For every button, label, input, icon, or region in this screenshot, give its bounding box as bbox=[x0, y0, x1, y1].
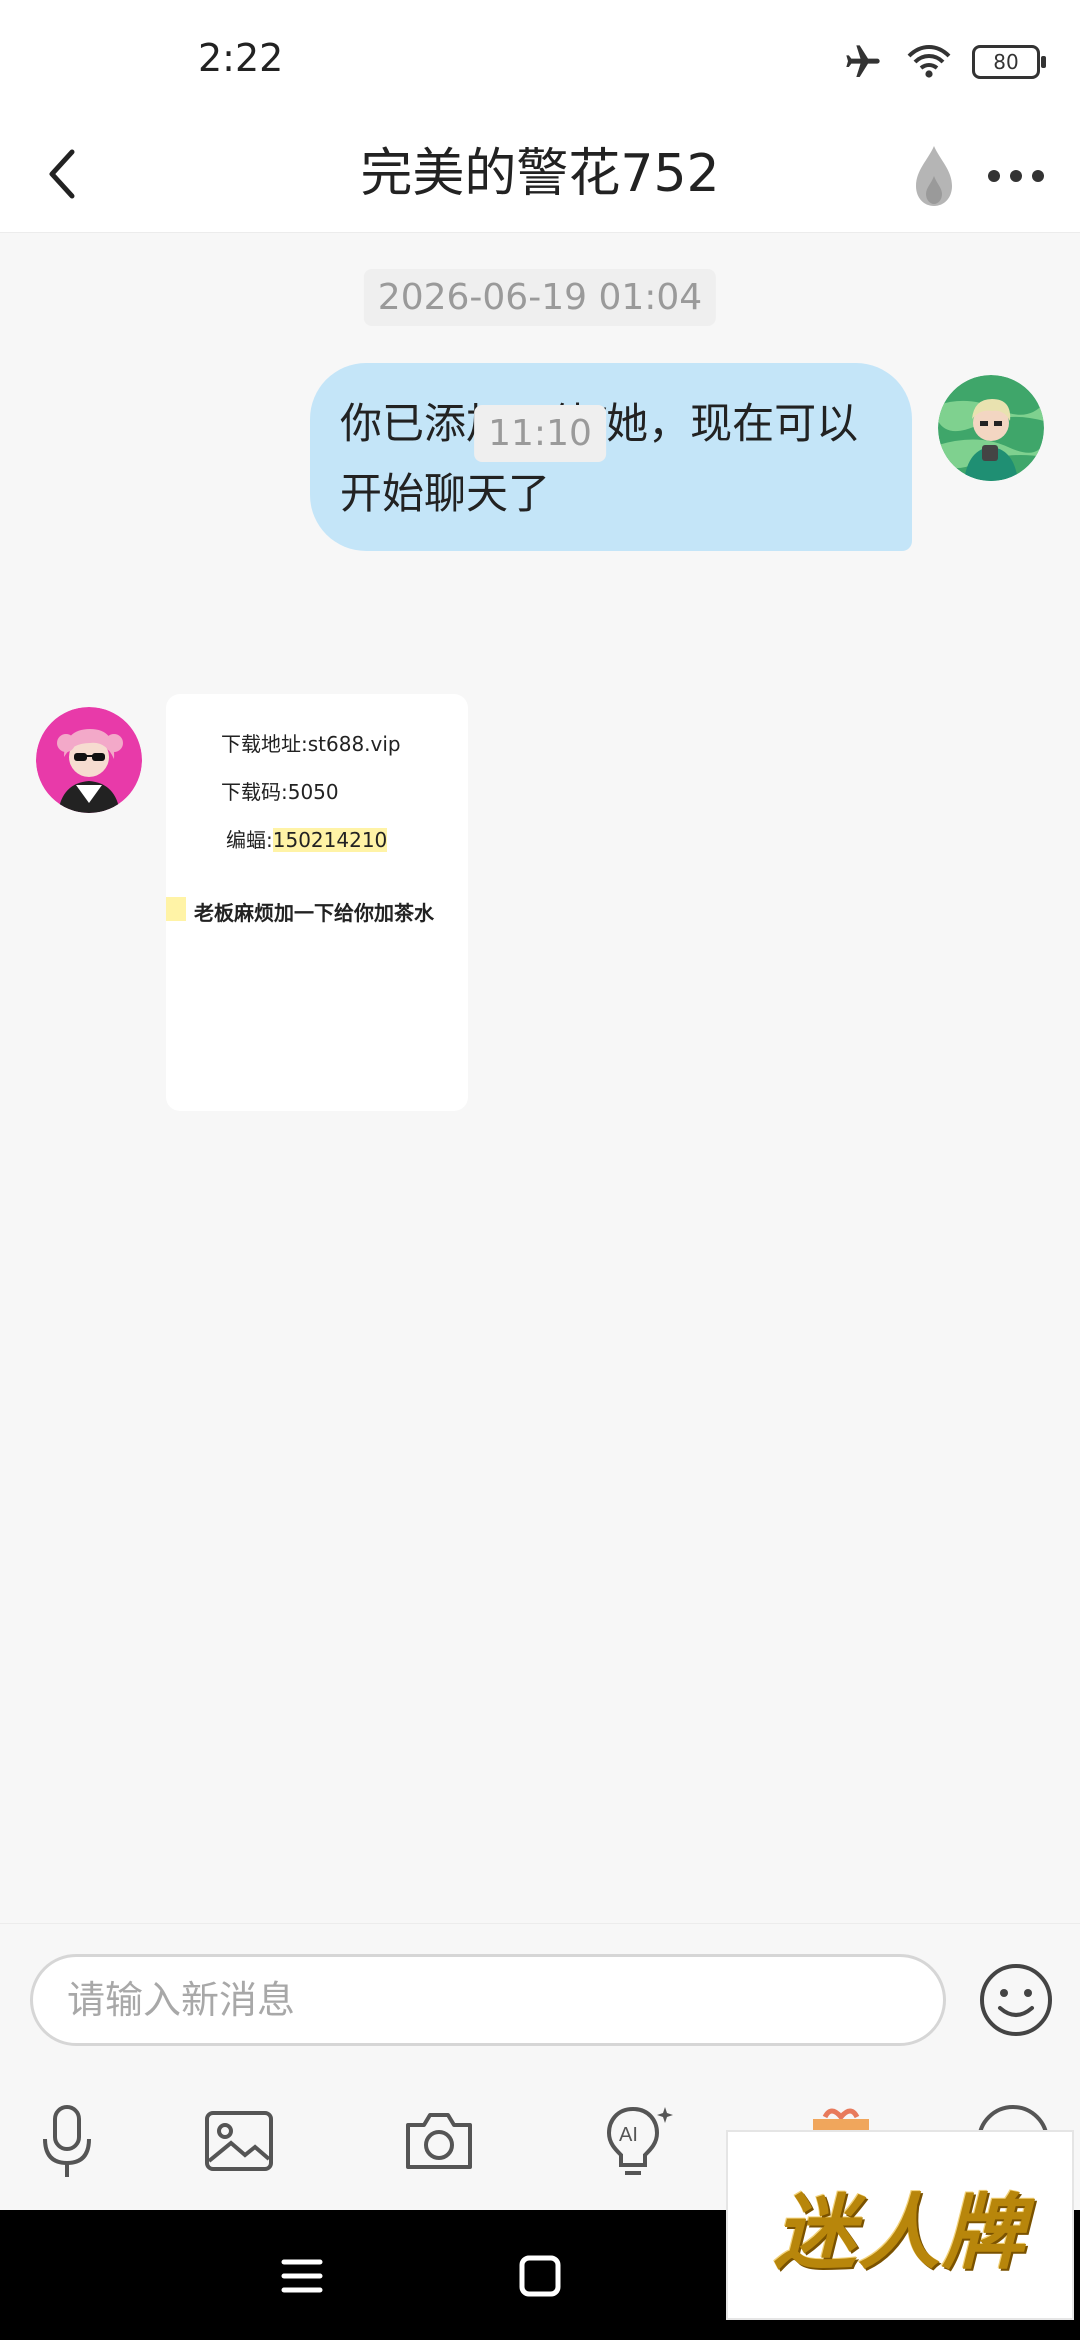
message-input[interactable] bbox=[30, 1954, 946, 2046]
image-text-highlight: 150214210 bbox=[272, 828, 388, 852]
watermark-text: 迷人牌 bbox=[774, 2184, 1026, 2281]
home-icon[interactable] bbox=[508, 2244, 572, 2308]
image-text-line: 编蝠:150214210 bbox=[226, 824, 388, 853]
svg-text:AI: AI bbox=[619, 2124, 638, 2146]
menu-icon[interactable] bbox=[270, 2244, 334, 2308]
battery-icon: 80 bbox=[972, 45, 1046, 79]
image-text-line: 老板麻烦加一下给你加茶水 bbox=[194, 901, 434, 925]
image-icon bbox=[205, 2111, 273, 2171]
image-picker-button[interactable] bbox=[194, 2096, 284, 2186]
contact-avatar[interactable] bbox=[36, 707, 142, 813]
microphone-icon bbox=[43, 2105, 91, 2177]
voice-button[interactable] bbox=[22, 2096, 112, 2186]
highlight-mark bbox=[166, 897, 186, 921]
my-avatar[interactable] bbox=[938, 375, 1044, 481]
chat-header: 完美的警花752 bbox=[0, 120, 1080, 233]
timestamp: 11:10 bbox=[474, 405, 606, 462]
status-bar: 2:22 80 bbox=[0, 0, 1080, 120]
image-text-line: 下载地址:st688.vip bbox=[221, 732, 401, 756]
image-text-line: 下载码:5050 bbox=[221, 780, 339, 804]
airplane-mode-icon bbox=[846, 45, 880, 77]
camera-button[interactable] bbox=[394, 2096, 484, 2186]
status-time: 2:22 bbox=[198, 36, 284, 80]
battery-level: 80 bbox=[993, 50, 1019, 74]
camera-icon bbox=[406, 2113, 472, 2169]
watermark-logo: 迷人牌 bbox=[726, 2130, 1074, 2320]
ai-bulb-icon: AI bbox=[606, 2106, 673, 2175]
flame-icon[interactable] bbox=[898, 136, 970, 216]
timestamp: 2026-06-19 01:04 bbox=[363, 269, 717, 326]
image-message[interactable]: 下载地址:st688.vip 下载码:5050 编蝠:150214210 老板麻… bbox=[166, 694, 468, 1111]
outgoing-message-bubble[interactable]: 你已添加了他/她，现在可以开始聊天了 bbox=[310, 363, 912, 551]
wifi-icon bbox=[907, 45, 951, 78]
status-icons: 80 bbox=[840, 40, 1046, 84]
image-text-label: 编蝠: bbox=[226, 828, 273, 852]
chat-area[interactable]: 2026-06-19 01:04 你已添加了他/她，现在可以开始聊天了 11:1… bbox=[0, 233, 1080, 1923]
more-options-icon[interactable] bbox=[976, 136, 1056, 216]
ai-button[interactable]: AI bbox=[592, 2096, 682, 2186]
emoji-icon[interactable] bbox=[976, 1960, 1056, 2040]
